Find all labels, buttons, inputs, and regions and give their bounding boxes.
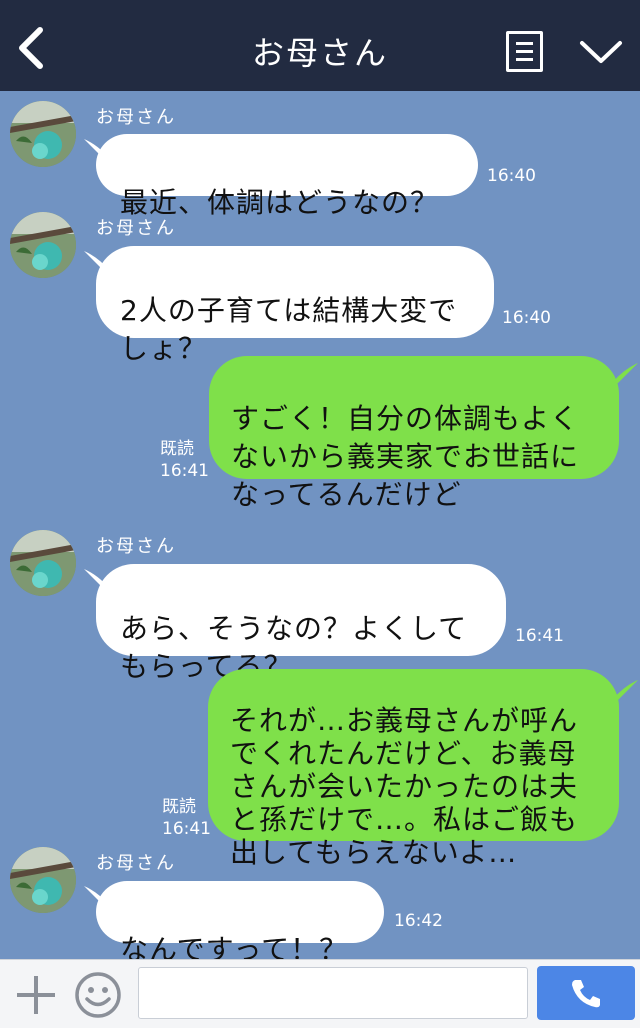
chat-header: お母さん (0, 0, 640, 91)
menu-icon[interactable] (506, 31, 543, 72)
read-label: 既読 (160, 439, 194, 459)
message-bubble[interactable]: 2人の子育ては結構大変で しょ？ (96, 246, 494, 365)
bubble-tail (608, 680, 638, 706)
message-text: すごく！自分の体調もよく ないから義実家でお世話に なってるんだけど (231, 402, 580, 511)
message-bubble[interactable]: 最近、体調はどうなの？ (96, 134, 478, 219)
message-bubble[interactable]: それが…お義母さんが呼ん でくれたんだけど、お義母 さんが会いたかったのは夫 と… (208, 669, 619, 869)
avatar[interactable] (10, 101, 76, 167)
call-button[interactable] (537, 966, 635, 1020)
bubble-tail (608, 363, 638, 389)
chevron-down-icon[interactable] (578, 38, 624, 66)
plus-icon[interactable] (14, 973, 58, 1017)
message-time: 16:42 (394, 911, 443, 931)
smiley-icon[interactable] (74, 971, 122, 1019)
message-time: 16:41 (162, 819, 211, 839)
message-time: 16:41 (515, 626, 564, 646)
message-time: 16:41 (160, 461, 209, 481)
chat-title: お母さん (251, 34, 388, 72)
message-time: 16:40 (487, 166, 536, 186)
message-bubble[interactable]: すごく！自分の体調もよく ないから義実家でお世話に なってるんだけど (209, 356, 619, 511)
phone-icon (572, 980, 600, 1008)
message-bubble[interactable]: なんですって！？ (96, 881, 384, 966)
sender-name: お母さん (96, 536, 176, 557)
message-time: 16:40 (502, 308, 551, 328)
read-receipt: 既読 16:41 (160, 438, 209, 482)
message-text: それが…お義母さんが呼ん でくれたんだけど、お義母 さんが会いたかったのは夫 と… (230, 704, 579, 869)
message-input[interactable] (138, 967, 528, 1019)
message-composer (0, 959, 640, 1028)
read-label: 既読 (162, 797, 196, 817)
message-list[interactable]: お母さん 最近、体調はどうなの？ 16:40 お母さん 2人の子育ては結構大変で… (0, 91, 640, 966)
sender-name: お母さん (96, 853, 176, 874)
avatar[interactable] (10, 212, 76, 278)
message-bubble[interactable]: あら、そうなの？よくして もらってる？ (96, 564, 506, 683)
avatar[interactable] (10, 530, 76, 596)
sender-name: お母さん (96, 107, 176, 128)
read-receipt: 既読 16:41 (162, 796, 211, 840)
sender-name: お母さん (96, 218, 176, 239)
avatar[interactable] (10, 847, 76, 913)
